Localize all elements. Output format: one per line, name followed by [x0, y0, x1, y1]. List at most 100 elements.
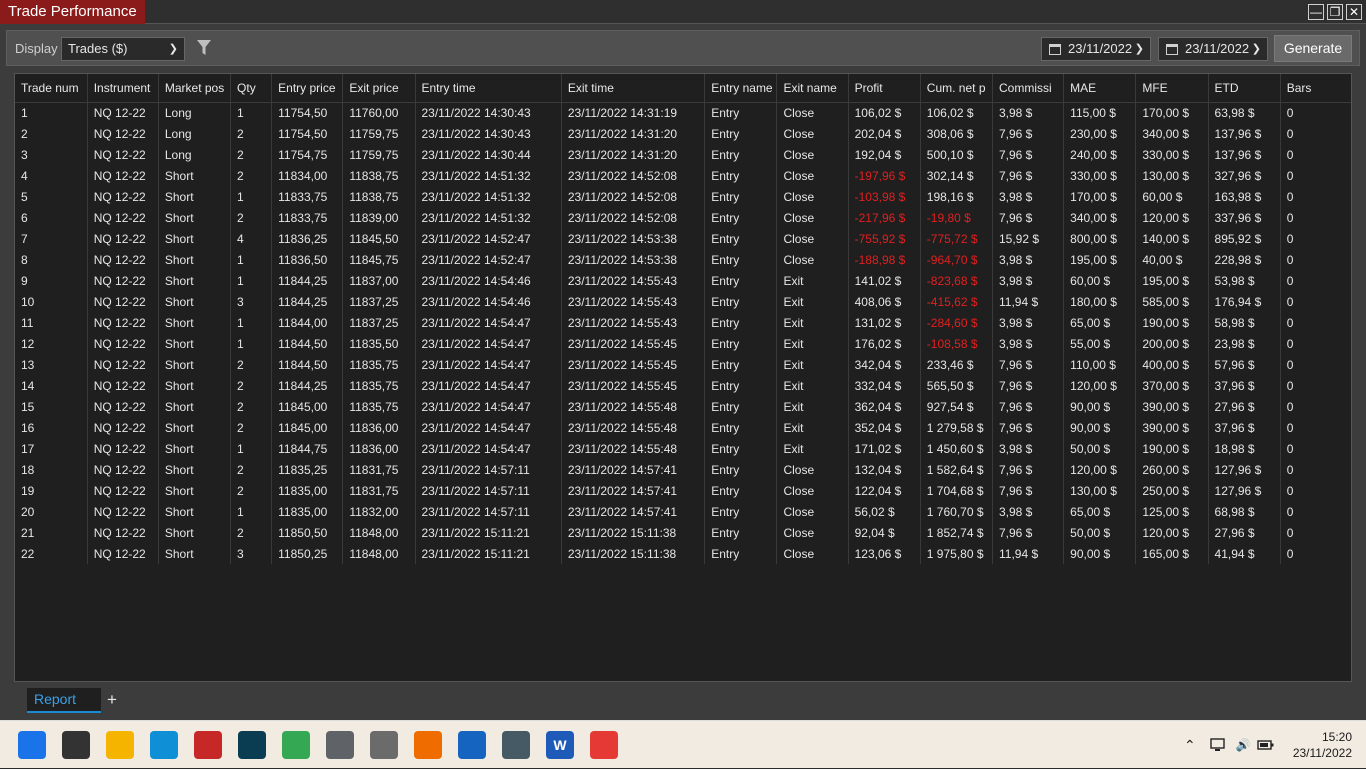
table-cell: 23/11/2022 14:55:45 — [561, 333, 706, 354]
table-cell: Exit — [776, 312, 849, 333]
column-header[interactable]: Cum. net p — [920, 74, 993, 103]
table-cell: 23/11/2022 14:57:11 — [415, 459, 562, 480]
table-row[interactable]: 17 NQ 12-22 Short 1 11844,75 11836,00 23/11/20… — [15, 438, 1351, 459]
table-cell: Short — [158, 207, 232, 228]
snipping-tool-icon[interactable] — [590, 731, 618, 759]
column-header[interactable]: Market pos — [158, 74, 232, 103]
column-header[interactable]: Entry name — [704, 74, 778, 103]
filter-icon[interactable] — [197, 39, 211, 57]
table-cell: Entry — [704, 186, 778, 207]
tab-report[interactable]: Report — [27, 688, 101, 713]
network-icon[interactable] — [1210, 738, 1228, 752]
table-row[interactable]: 19 NQ 12-22 Short 2 11835,00 11831,75 23/11/20… — [15, 480, 1351, 501]
app-red-icon[interactable] — [194, 731, 222, 759]
battery-icon[interactable] — [1256, 738, 1275, 752]
feedback-icon[interactable] — [370, 731, 398, 759]
add-tab-button[interactable]: + — [103, 690, 121, 710]
table-row[interactable]: 9 NQ 12-22 Short 1 11844,25 11837,00 23/11/202… — [15, 270, 1351, 291]
table-cell: 56,02 $ — [848, 501, 921, 522]
table-cell: Close — [776, 228, 849, 249]
trades-grid[interactable]: Trade num Instrument Market pos Qty Entry pr… — [14, 73, 1352, 682]
system-clock[interactable]: 15:20 23/11/2022 — [1293, 729, 1352, 761]
display-select[interactable]: Trades ($) ❯ — [61, 37, 185, 61]
chrome-icon[interactable] — [282, 731, 310, 759]
table-row[interactable]: 13 NQ 12-22 Short 2 11844,50 11835,75 23/11/20… — [15, 354, 1351, 375]
table-cell: Short — [158, 459, 232, 480]
date-to-picker[interactable]: 23/11/2022 ❯ — [1158, 37, 1268, 61]
table-cell: NQ 12-22 — [87, 102, 159, 123]
column-header[interactable]: Profit — [848, 74, 921, 103]
column-header[interactable]: Trade num — [15, 74, 88, 103]
column-header[interactable]: Entry price — [271, 74, 344, 103]
column-header[interactable]: Qty — [230, 74, 273, 103]
column-header[interactable]: Entry time — [415, 74, 562, 103]
column-header[interactable]: Exit price — [342, 74, 416, 103]
table-cell: 23/11/2022 14:52:47 — [415, 249, 562, 270]
app-teal-icon[interactable] — [238, 731, 266, 759]
table-row[interactable]: 20 NQ 12-22 Short 1 11835,00 11832,00 23/11/20… — [15, 501, 1351, 522]
table-cell: 0 — [1280, 102, 1351, 123]
table-row[interactable]: 10 NQ 12-22 Short 3 11844,25 11837,25 23/11/20… — [15, 291, 1351, 312]
table-cell: 3,98 $ — [992, 102, 1065, 123]
table-row[interactable]: 18 NQ 12-22 Short 2 11835,25 11831,75 23/11/20… — [15, 459, 1351, 480]
speaker-icon[interactable]: 🔊 — [1236, 738, 1251, 752]
table-row[interactable]: 21 NQ 12-22 Short 2 11850,50 11848,00 23/11/20… — [15, 522, 1351, 543]
vlc-icon[interactable] — [414, 731, 442, 759]
start-icon[interactable] — [18, 731, 46, 759]
title-bar[interactable]: Trade Performance — ❐ ✕ — [0, 0, 1366, 24]
table-cell: 337,96 $ — [1208, 207, 1281, 228]
column-header[interactable]: Commissi — [992, 74, 1065, 103]
chevron-down-icon: ❯ — [1134, 43, 1144, 55]
table-cell: -755,92 $ — [848, 228, 921, 249]
task-view-icon[interactable] — [62, 731, 90, 759]
table-row[interactable]: 7 NQ 12-22 Short 4 11836,25 11845,50 23/11/202… — [15, 228, 1351, 249]
table-cell: 3 — [230, 543, 273, 564]
table-row[interactable]: 1 NQ 12-22 Long 1 11754,50 11760,00 23/11/2022… — [15, 102, 1351, 123]
calculator-icon[interactable] — [326, 731, 354, 759]
table-cell: 11845,00 — [271, 417, 344, 438]
column-header[interactable]: Exit name — [776, 74, 849, 103]
table-cell: Short — [158, 522, 232, 543]
calendar-app-icon[interactable] — [458, 731, 486, 759]
table-cell: 57,96 $ — [1208, 354, 1281, 375]
table-cell: 11845,00 — [271, 396, 344, 417]
table-row[interactable]: 22 NQ 12-22 Short 3 11850,25 11848,00 23/11/20… — [15, 543, 1351, 564]
table-row[interactable]: 8 NQ 12-22 Short 1 11836,50 11845,75 23/11/202… — [15, 249, 1351, 270]
table-row[interactable]: 4 NQ 12-22 Short 2 11834,00 11838,75 23/11/202… — [15, 165, 1351, 186]
column-header[interactable]: Instrument — [87, 74, 159, 103]
column-header[interactable]: ETD — [1208, 74, 1281, 103]
table-cell: 23/11/2022 14:55:45 — [561, 375, 706, 396]
column-header[interactable]: Bars — [1280, 74, 1351, 103]
generate-button[interactable]: Generate — [1274, 35, 1352, 62]
table-row[interactable]: 14 NQ 12-22 Short 2 11844,25 11835,75 23/11/20… — [15, 375, 1351, 396]
minimize-button[interactable]: — — [1308, 4, 1324, 20]
table-row[interactable]: 3 NQ 12-22 Long 2 11754,75 11759,75 23/11/2022… — [15, 144, 1351, 165]
close-button[interactable]: ✕ — [1346, 4, 1362, 20]
media-app-icon[interactable] — [502, 731, 530, 759]
table-cell: 50,00 $ — [1063, 522, 1137, 543]
table-cell: 200,00 $ — [1135, 333, 1209, 354]
table-cell: 23/11/2022 14:57:41 — [561, 501, 706, 522]
column-header[interactable]: MAE — [1063, 74, 1137, 103]
edge-icon[interactable] — [150, 731, 178, 759]
column-header[interactable]: Exit time — [561, 74, 706, 103]
word-icon[interactable]: W — [546, 731, 574, 759]
table-row[interactable]: 12 NQ 12-22 Short 1 11844,50 11835,50 23/11/20… — [15, 333, 1351, 354]
table-cell: 7 — [15, 228, 88, 249]
table-row[interactable]: 15 NQ 12-22 Short 2 11845,00 11835,75 23/11/20… — [15, 396, 1351, 417]
show-hidden-icons-chevron-icon[interactable]: ⌃ — [1184, 737, 1196, 754]
date-from-picker[interactable]: 23/11/2022 ❯ — [1041, 37, 1151, 61]
column-header[interactable]: MFE — [1135, 74, 1209, 103]
file-explorer-icon[interactable] — [106, 731, 134, 759]
table-row[interactable]: 2 NQ 12-22 Long 2 11754,50 11759,75 23/11/2022… — [15, 123, 1351, 144]
table-cell: 0 — [1280, 291, 1351, 312]
table-cell: Short — [158, 501, 232, 522]
table-row[interactable]: 6 NQ 12-22 Short 2 11833,75 11839,00 23/11/202… — [15, 207, 1351, 228]
restore-button[interactable]: ❐ — [1327, 4, 1343, 20]
table-cell: 50,00 $ — [1063, 438, 1137, 459]
table-cell: 23/11/2022 14:55:48 — [561, 396, 706, 417]
table-cell: 400,00 $ — [1135, 354, 1209, 375]
table-row[interactable]: 16 NQ 12-22 Short 2 11845,00 11836,00 23/11/20… — [15, 417, 1351, 438]
table-row[interactable]: 11 NQ 12-22 Short 1 11844,00 11837,25 23/11/20… — [15, 312, 1351, 333]
table-row[interactable]: 5 NQ 12-22 Short 1 11833,75 11838,75 23/11/202… — [15, 186, 1351, 207]
